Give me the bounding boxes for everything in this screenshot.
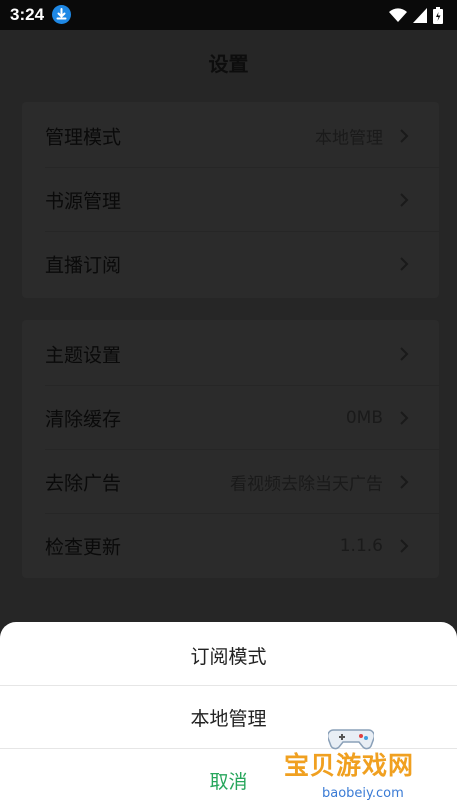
- settings-row-live-subscribe[interactable]: 直播订阅: [22, 232, 439, 296]
- settings-row-remove-ads[interactable]: 去除广告 看视频去除当天广告: [22, 450, 439, 514]
- action-subscribe-mode[interactable]: 订阅模式: [0, 624, 457, 686]
- row-label: 书源管理: [45, 190, 122, 213]
- battery-icon: [433, 6, 443, 24]
- signal-icon: [413, 7, 427, 23]
- chevron-right-icon: [400, 475, 409, 489]
- settings-group-1: 管理模式 本地管理 书源管理 直播订阅: [22, 102, 439, 298]
- row-label: 检查更新: [45, 536, 122, 559]
- title-bar: 设置: [0, 30, 457, 94]
- row-value: 看视频去除当天广告: [230, 474, 383, 495]
- chevron-right-icon: [400, 193, 409, 207]
- row-value: 本地管理: [315, 128, 383, 149]
- watermark: 宝贝游戏网 baobeiy.com: [284, 718, 454, 810]
- row-value: 1.1.6: [339, 536, 383, 556]
- download-icon: [52, 5, 71, 24]
- row-label: 管理模式: [45, 126, 122, 149]
- settings-row-manage-mode[interactable]: 管理模式 本地管理: [22, 104, 439, 168]
- chevron-right-icon: [400, 411, 409, 425]
- settings-row-source-manage[interactable]: 书源管理: [22, 168, 439, 232]
- chevron-right-icon: [400, 257, 409, 271]
- settings-row-theme[interactable]: 主题设置: [22, 322, 439, 386]
- row-label: 清除缓存: [45, 408, 122, 431]
- watermark-url: baobeiy.com: [322, 786, 404, 801]
- wifi-icon: [389, 7, 407, 22]
- row-label: 去除广告: [45, 472, 122, 495]
- chevron-right-icon: [400, 129, 409, 143]
- status-time: 3:24: [10, 5, 45, 24]
- settings-row-clear-cache[interactable]: 清除缓存 0MB: [22, 386, 439, 450]
- row-label: 主题设置: [45, 344, 122, 367]
- status-bar: 3:24: [0, 0, 457, 30]
- page-title: 设置: [208, 52, 249, 76]
- row-value: 0MB: [345, 408, 383, 428]
- chevron-right-icon: [400, 539, 409, 553]
- settings-group-2: 主题设置 清除缓存 0MB 去除广告 看视频去除当天广告 检查更新 1.1.6: [22, 320, 439, 578]
- chevron-right-icon: [400, 347, 409, 361]
- settings-row-check-update[interactable]: 检查更新 1.1.6: [22, 514, 439, 578]
- row-label: 直播订阅: [45, 254, 122, 277]
- watermark-text: 宝贝游戏网: [284, 751, 415, 780]
